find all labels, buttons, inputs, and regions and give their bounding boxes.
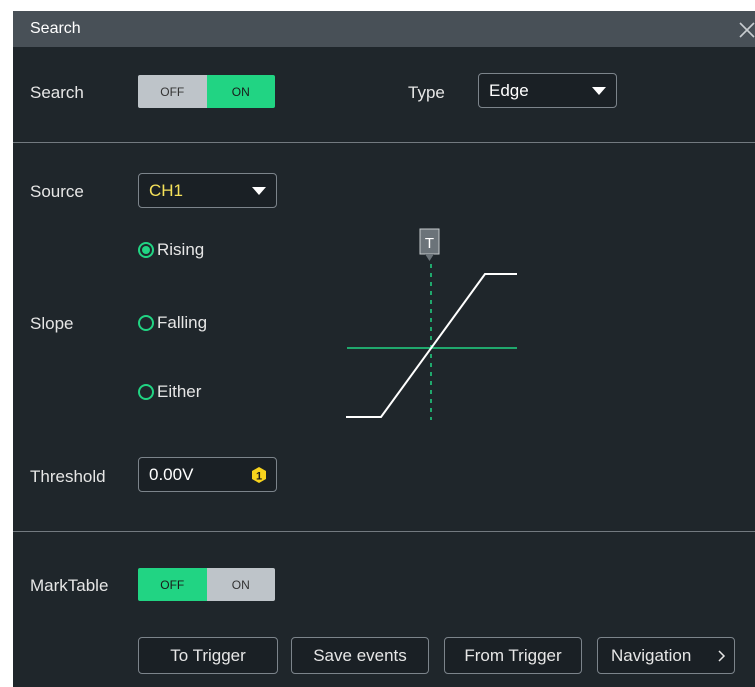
slope-label: Slope <box>30 314 74 333</box>
marktable-toggle[interactable]: OFF ON <box>138 568 275 601</box>
slope-option-rising[interactable]: Rising <box>138 240 204 260</box>
trigger-marker-icon: T <box>419 228 440 261</box>
navigation-button[interactable]: Navigation <box>597 637 735 674</box>
knob-1-icon: 1 <box>252 467 266 483</box>
source-dropdown[interactable]: CH1 <box>138 173 277 208</box>
search-toggle[interactable]: OFF ON <box>138 75 275 108</box>
dialog-title: Search <box>30 20 81 37</box>
slope-option-falling[interactable]: Falling <box>138 313 207 333</box>
rising-edge-diagram: T <box>346 228 517 420</box>
threshold-value: 0.00V <box>149 465 194 484</box>
radio-unchecked-icon <box>138 384 154 400</box>
save-events-label: Save events <box>313 645 407 665</box>
source-value: CH1 <box>149 181 184 200</box>
chevron-right-icon <box>718 650 726 662</box>
type-dropdown[interactable]: Edge <box>478 73 617 108</box>
radio-checked-icon <box>138 242 154 258</box>
marktable-off-option[interactable]: OFF <box>138 568 207 601</box>
search-label: Search <box>30 83 84 102</box>
threshold-input[interactable]: 0.00V 1 <box>138 457 277 492</box>
navigation-label: Navigation <box>611 645 692 665</box>
from-trigger-label: From Trigger <box>464 645 562 665</box>
knob-badge-text: 1 <box>256 471 262 483</box>
search-dialog: Search Search OFF ON Type Edge Source CH… <box>13 11 755 687</box>
to-trigger-button[interactable]: To Trigger <box>138 637 278 674</box>
slope-option-label: Either <box>157 382 202 401</box>
caret-down-icon <box>252 187 266 195</box>
to-trigger-label: To Trigger <box>170 645 246 665</box>
slope-option-label: Rising <box>157 240 205 259</box>
caret-down-icon <box>592 87 606 95</box>
close-icon[interactable] <box>737 20 755 40</box>
divider-top <box>13 142 755 143</box>
slope-option-label: Falling <box>157 313 208 332</box>
title-bar[interactable]: Search <box>13 11 755 47</box>
type-label: Type <box>408 83 445 102</box>
save-events-button[interactable]: Save events <box>291 637 429 674</box>
type-value: Edge <box>489 81 529 100</box>
divider-bottom <box>13 531 755 532</box>
source-label: Source <box>30 182 84 201</box>
marktable-on-option[interactable]: ON <box>206 568 275 601</box>
marktable-label: MarkTable <box>30 576 109 595</box>
from-trigger-button[interactable]: From Trigger <box>444 637 582 674</box>
trigger-marker-label: T <box>425 235 434 252</box>
slope-option-either[interactable]: Either <box>138 382 201 402</box>
radio-unchecked-icon <box>138 315 154 331</box>
threshold-label: Threshold <box>30 467 106 486</box>
search-on-option[interactable]: ON <box>206 75 275 108</box>
search-off-option[interactable]: OFF <box>138 75 207 108</box>
